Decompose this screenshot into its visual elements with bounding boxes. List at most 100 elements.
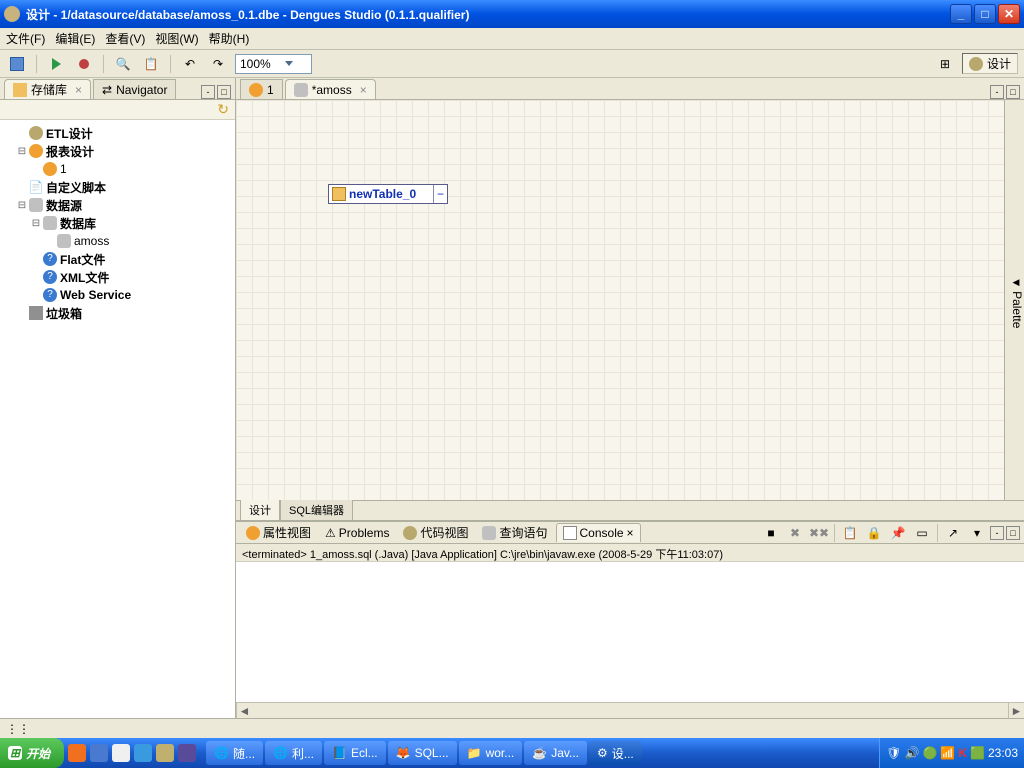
console-output[interactable] xyxy=(236,562,1024,702)
maximize-console-button[interactable]: □ xyxy=(1006,526,1020,540)
task-3[interactable]: 📘Ecl... xyxy=(324,741,386,765)
tab-query[interactable]: 查询语句 xyxy=(476,522,553,543)
console-open-button[interactable]: ↗ xyxy=(942,522,964,544)
console-display-button[interactable]: ▭ xyxy=(911,522,933,544)
console-pin-button[interactable]: 📌 xyxy=(887,522,909,544)
ql-desktop-icon[interactable] xyxy=(90,744,108,762)
undo-button[interactable]: ↶ xyxy=(179,53,201,75)
tool-3[interactable]: 🔍 xyxy=(112,53,134,75)
perspective-button[interactable]: 设计 xyxy=(962,53,1018,74)
tree-amoss[interactable]: amoss xyxy=(74,234,109,248)
tree-one[interactable]: 1 xyxy=(60,162,67,176)
status-handle[interactable]: ⋮⋮ xyxy=(6,722,30,736)
close-icon[interactable]: × xyxy=(360,83,367,97)
minimize-console-button[interactable]: - xyxy=(990,526,1004,540)
tree-flat[interactable]: Flat文件 xyxy=(60,251,105,268)
palette-tab[interactable]: ◀ Palette xyxy=(1004,100,1024,500)
console-new-button[interactable]: ▾ xyxy=(966,522,988,544)
editor-tab-1[interactable]: 1 xyxy=(240,79,283,99)
console-clear-button[interactable]: 📋 xyxy=(839,522,861,544)
tray-icon-4[interactable]: 📶 xyxy=(940,746,955,760)
save-button[interactable] xyxy=(6,53,28,75)
task-2[interactable]: 🌐利... xyxy=(265,741,322,765)
menu-file[interactable]: 文件(F) xyxy=(6,30,45,47)
statusbar: ⋮⋮ xyxy=(0,718,1024,738)
tray-icon-5[interactable]: K xyxy=(958,746,967,760)
maximize-button[interactable]: □ xyxy=(974,4,996,24)
menu-view[interactable]: 查看(V) xyxy=(105,30,145,47)
system-tray: 🛡 🔊 🟢 📶 K 🟩 23:03 xyxy=(879,738,1024,768)
console-remove-button[interactable]: ✖ xyxy=(784,522,806,544)
console-removeall-button[interactable]: ✖✖ xyxy=(808,522,830,544)
quicklaunch xyxy=(64,744,200,762)
task-4[interactable]: 🦊SQL... xyxy=(388,741,457,765)
stop-button[interactable] xyxy=(73,53,95,75)
tab-design[interactable]: 设计 xyxy=(240,500,280,521)
console-scrollbar[interactable]: ◄► xyxy=(236,702,1024,718)
close-icon[interactable]: × xyxy=(75,83,82,97)
perspective-label: 设计 xyxy=(987,55,1011,72)
tray-icon-1[interactable]: 🛡 xyxy=(886,746,901,760)
tray-icon-3[interactable]: 🟢 xyxy=(922,746,937,760)
task-6[interactable]: ☕Jav... xyxy=(524,741,587,765)
redo-button[interactable]: ↷ xyxy=(207,53,229,75)
table-label: newTable_0 xyxy=(349,187,416,201)
tree-ws[interactable]: Web Service xyxy=(60,288,131,302)
menu-edit[interactable]: 编辑(E) xyxy=(55,30,95,47)
tab-problems[interactable]: ⚠Problems xyxy=(319,524,395,542)
tree-script[interactable]: 自定义脚本 xyxy=(46,179,106,196)
minimize-view-button[interactable]: - xyxy=(201,85,215,99)
console-terminated-line: <terminated> 1_amoss.sql (.Java) [Java A… xyxy=(236,544,1024,562)
task-5[interactable]: 📁wor... xyxy=(459,741,523,765)
open-perspective-button[interactable]: ⊞ xyxy=(934,53,956,75)
ql-firefox-icon[interactable] xyxy=(68,744,86,762)
console-lock-button[interactable]: 🔒 xyxy=(863,522,885,544)
ql-app2-icon[interactable] xyxy=(156,744,174,762)
taskbar-buttons: 🌐随... 🌐利... 📘Ecl... 🦊SQL... 📁wor... ☕Jav… xyxy=(200,741,879,765)
tab-properties[interactable]: 属性视图 xyxy=(240,522,317,543)
repository-tree[interactable]: ETL设计 ⊟报表设计 1 📄自定义脚本 ⊟数据源 ⊟数据库 amoss ?Fl… xyxy=(0,120,235,718)
design-canvas[interactable]: newTable_0 − xyxy=(236,100,1004,500)
tree-etl[interactable]: ETL设计 xyxy=(46,125,93,142)
tree-xml[interactable]: XML文件 xyxy=(60,269,109,286)
tab-navigator[interactable]: ⇄Navigator xyxy=(93,79,176,99)
tab-console[interactable]: Console× xyxy=(556,523,641,542)
maximize-editor-button[interactable]: □ xyxy=(1006,85,1020,99)
tree-report[interactable]: 报表设计 xyxy=(46,143,94,160)
ql-app3-icon[interactable] xyxy=(178,744,196,762)
task-1[interactable]: 🌐随... xyxy=(206,741,263,765)
ql-ie-icon[interactable] xyxy=(134,744,152,762)
tray-clock[interactable]: 23:03 xyxy=(988,746,1018,760)
close-icon[interactable]: × xyxy=(627,526,634,540)
tab-repository[interactable]: 存储库× xyxy=(4,79,91,99)
ql-app1-icon[interactable] xyxy=(112,744,130,762)
minimize-editor-button[interactable]: - xyxy=(990,85,1004,99)
tree-trash[interactable]: 垃圾箱 xyxy=(46,305,82,322)
editor-tab-amoss[interactable]: *amoss× xyxy=(285,79,376,99)
maximize-view-button[interactable]: □ xyxy=(217,85,231,99)
minimize-button[interactable]: _ xyxy=(950,4,972,24)
tree-datasource[interactable]: 数据源 xyxy=(46,197,82,214)
tool-4[interactable]: 📋 xyxy=(140,53,162,75)
tab-sql-editor[interactable]: SQL编辑器 xyxy=(280,500,353,521)
start-button[interactable]: ⊞开始 xyxy=(0,738,64,768)
close-button[interactable]: ✕ xyxy=(998,4,1020,24)
window-title: 设计 - 1/datasource/database/amoss_0.1.dbe… xyxy=(26,6,950,23)
run-button[interactable] xyxy=(45,53,67,75)
zoom-combo[interactable]: 100% xyxy=(235,54,312,74)
tray-icon-6[interactable]: 🟩 xyxy=(970,746,985,760)
task-7[interactable]: ⚙设... xyxy=(589,741,642,765)
zoom-value: 100% xyxy=(240,57,271,71)
tray-icon-2[interactable]: 🔊 xyxy=(904,746,919,760)
table-newtable0[interactable]: newTable_0 − xyxy=(328,184,448,204)
collapse-icon[interactable]: − xyxy=(433,185,447,203)
refresh-icon[interactable]: ↻ xyxy=(217,101,229,118)
menu-help[interactable]: 帮助(H) xyxy=(209,30,250,47)
tree-database[interactable]: 数据库 xyxy=(60,215,96,232)
editor-bottom-tabs: 设计 SQL编辑器 xyxy=(236,500,1024,520)
menu-view2[interactable]: 视图(W) xyxy=(155,30,198,47)
menubar: 文件(F) 编辑(E) 查看(V) 视图(W) 帮助(H) xyxy=(0,28,1024,50)
tab-code[interactable]: 代码视图 xyxy=(397,522,474,543)
gear-icon xyxy=(969,57,983,71)
console-tool-1[interactable]: ■ xyxy=(760,522,782,544)
